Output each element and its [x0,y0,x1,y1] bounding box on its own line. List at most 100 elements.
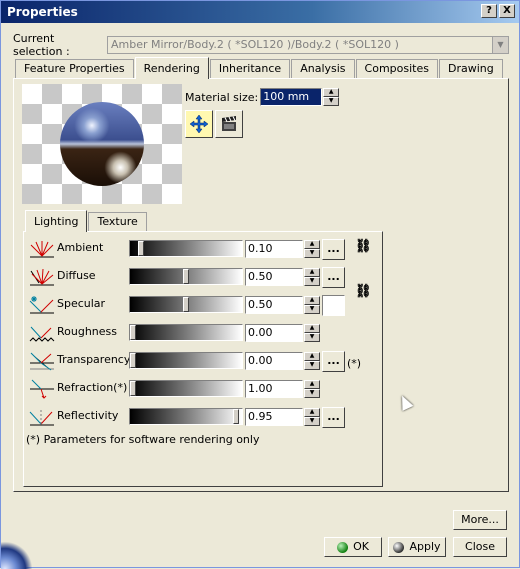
tab-drawing[interactable]: Drawing [438,59,503,79]
roughness-input[interactable]: 0.00 [245,324,303,342]
apply-button[interactable]: Apply [388,537,446,557]
current-selection-value: Amber Mirror/Body.2 ( *SOL120 )/Body.2 (… [111,38,399,51]
spin-down-icon[interactable]: ▼ [304,249,320,258]
transparency-icon [26,351,58,371]
ambient-color-button[interactable]: ... [322,239,345,260]
spin-down-icon[interactable]: ▼ [304,389,320,398]
spin-down-icon[interactable]: ▼ [304,305,320,314]
ok-label: OK [353,540,369,553]
property-row-refraction: Refraction(*) 1.00 ▲ ▼ [26,378,486,400]
material-size-spinner[interactable]: ▲ ▼ [323,88,340,106]
property-row-reflectivity: Reflectivity 0.95 ▲ ▼ ... [26,406,486,428]
diffuse-slider[interactable] [129,268,243,285]
diffuse-spinner[interactable]: ▲ ▼ [304,268,320,286]
reflectivity-input[interactable]: 0.95 [245,408,303,426]
reflectivity-slider-thumb[interactable] [233,409,239,424]
ambient-slider[interactable] [129,240,243,257]
tab-lighting[interactable]: Lighting [25,210,88,232]
refraction-slider-thumb[interactable] [130,381,136,396]
property-row-transparency: Transparency 0.00 ▲ ▼ ... [26,350,486,372]
transparency-value: 0.00 ▲ ▼ [245,352,320,370]
spin-up-icon[interactable]: ▲ [304,268,320,277]
chevron-down-icon[interactable]: ▼ [492,37,508,53]
transparency-note-marker: (*) [347,357,362,370]
roughness-slider-thumb[interactable] [130,325,136,340]
spin-up-icon[interactable]: ▲ [304,408,320,417]
tab-rendering[interactable]: Rendering [134,57,209,79]
reflectivity-spinner[interactable]: ▲ ▼ [304,408,320,426]
ok-button[interactable]: OK [324,537,382,557]
clapperboard-icon [222,116,236,131]
roughness-icon [26,323,58,343]
tab-composites[interactable]: Composites [355,59,438,79]
refraction-input[interactable]: 1.00 [245,380,303,398]
material-sphere [60,102,144,186]
specular-value: 0.50 ▲ ▼ [245,296,320,314]
specular-input[interactable]: 0.50 [245,296,303,314]
transparency-color-button[interactable]: ... [322,351,345,372]
move-arrows-icon [189,114,209,134]
help-button[interactable]: ? [481,4,497,18]
sub-tabs: Lighting Texture [25,210,148,232]
spin-up-icon[interactable]: ▲ [323,88,340,97]
current-selection-dropdown[interactable]: Amber Mirror/Body.2 ( *SOL120 )/Body.2 (… [107,36,509,54]
reflectivity-slider[interactable] [129,408,243,425]
refraction-label: Refraction(*) [57,381,128,394]
spin-down-icon[interactable]: ▼ [304,417,320,426]
spin-up-icon[interactable]: ▲ [304,352,320,361]
diffuse-color-button[interactable]: ... [322,267,345,288]
mapping-manipulator-button[interactable] [185,110,213,138]
spin-up-icon[interactable]: ▲ [304,324,320,333]
tab-texture[interactable]: Texture [88,212,147,232]
refraction-slider[interactable] [129,380,243,397]
properties-dialog: Properties ? X Current selection : Amber… [0,0,520,569]
spin-down-icon[interactable]: ▼ [304,333,320,342]
spin-down-icon[interactable]: ▼ [323,97,340,106]
spin-up-icon[interactable]: ▲ [304,240,320,249]
software-rendering-footnote: (*) Parameters for software rendering on… [26,433,260,446]
material-size-label: Material size: [185,90,259,104]
spin-down-icon[interactable]: ▼ [304,277,320,286]
ambient-spinner[interactable]: ▲ ▼ [304,240,320,258]
transparency-slider-thumb[interactable] [130,353,136,368]
transparency-spinner[interactable]: ▲ ▼ [304,352,320,370]
roughness-value: 0.00 ▲ ▼ [245,324,320,342]
specular-slider-thumb[interactable] [183,297,189,312]
ambient-value: 0.10 ▲ ▼ [245,240,320,258]
spin-down-icon[interactable]: ▼ [304,361,320,370]
close-button[interactable]: Close [453,537,507,557]
diffuse-input[interactable]: 0.50 [245,268,303,286]
current-selection-label: Current selection : [13,32,70,58]
diffuse-slider-thumb[interactable] [183,269,189,284]
material-size-input[interactable]: 100 mm [260,88,323,106]
diffuse-icon [26,267,58,287]
reflectivity-color-button[interactable]: ... [322,407,345,428]
close-window-button[interactable]: X [499,4,515,18]
apply-label: Apply [409,540,441,553]
tab-feature-properties[interactable]: Feature Properties [15,59,134,79]
roughness-slider[interactable] [129,324,243,341]
material-size-row: Material size: 100 mm ▲ ▼ [185,88,340,106]
animate-texture-button[interactable] [215,110,243,138]
spin-up-icon[interactable]: ▲ [304,380,320,389]
property-row-ambient: Ambient 0.10 ▲ ▼ ... [26,238,486,260]
reflectivity-value: 0.95 ▲ ▼ [245,408,320,426]
refraction-value: 1.00 ▲ ▼ [245,380,320,398]
refraction-spinner[interactable]: ▲ ▼ [304,380,320,398]
tab-inheritance[interactable]: Inheritance [209,59,291,79]
transparency-input[interactable]: 0.00 [245,352,303,370]
refraction-icon [26,379,58,399]
tab-analysis[interactable]: Analysis [291,59,355,79]
specular-slider[interactable] [129,296,243,313]
link-diffuse-specular-icon[interactable]: ⛓ [355,284,372,299]
more-button[interactable]: More... [453,510,507,530]
spin-up-icon[interactable]: ▲ [304,296,320,305]
transparency-slider[interactable] [129,352,243,369]
specular-spinner[interactable]: ▲ ▼ [304,296,320,314]
ambient-slider-thumb[interactable] [138,241,144,256]
ambient-input[interactable]: 0.10 [245,240,303,258]
specular-color-swatch[interactable] [322,295,345,316]
roughness-spinner[interactable]: ▲ ▼ [304,324,320,342]
link-ambient-diffuse-icon[interactable]: ⛓ [355,239,372,254]
material-preview [22,84,182,204]
